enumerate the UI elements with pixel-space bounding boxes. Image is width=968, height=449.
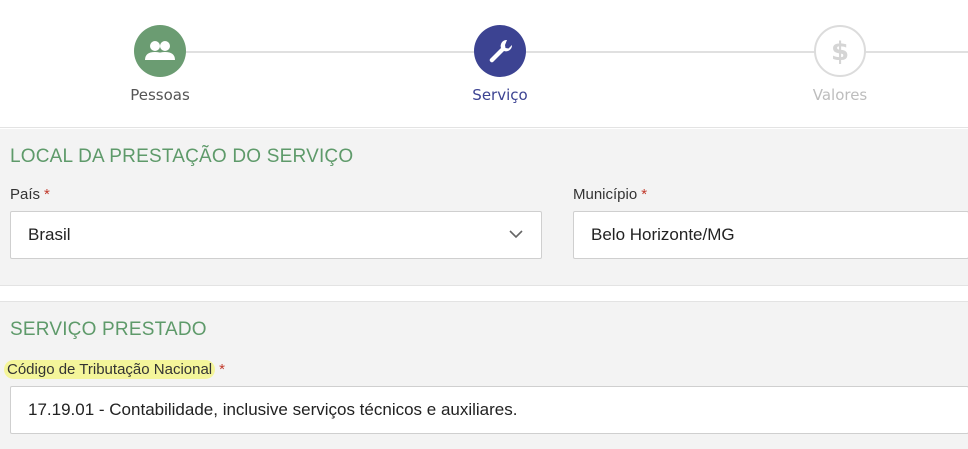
nfse-form-page: Pessoas Serviço $ Valores LOCAL DA PREST… <box>0 0 968 449</box>
codigo-tributacao-value: 17.19.01 - Contabilidade, inclusive serv… <box>28 400 518 419</box>
step-pessoas[interactable]: Pessoas <box>80 25 240 104</box>
section-title-servico: SERVIÇO PRESTADO <box>10 319 207 340</box>
pais-label-text: País <box>10 186 41 203</box>
codigo-tributacao-label: Código de Tributação Nacional * <box>4 360 225 379</box>
wrench-icon <box>474 25 526 77</box>
servico-prestado-section: SERVIÇO PRESTADO Código de Tributação Na… <box>0 301 968 449</box>
required-mark: * <box>641 186 648 203</box>
chevron-down-icon <box>509 230 523 239</box>
codigo-tributacao-label-text: Código de Tributação Nacional <box>4 360 216 379</box>
step-label-pessoas: Pessoas <box>130 86 190 104</box>
codigo-tributacao-input[interactable]: 17.19.01 - Contabilidade, inclusive serv… <box>10 386 968 434</box>
municipio-label: Município * <box>573 186 647 203</box>
pais-label: País * <box>10 186 50 203</box>
section-gap <box>0 287 968 301</box>
step-valores[interactable]: $ Valores <box>760 25 920 104</box>
section-title-local: LOCAL DA PRESTAÇÃO DO SERVIÇO <box>10 146 354 167</box>
pais-select[interactable]: Brasil <box>10 211 542 259</box>
required-mark: * <box>219 361 225 378</box>
municipio-input[interactable]: Belo Horizonte/MG <box>573 211 968 259</box>
step-label-servico: Serviço <box>472 86 528 104</box>
users-icon <box>134 25 186 77</box>
local-prestacao-section: LOCAL DA PRESTAÇÃO DO SERVIÇO País * Bras… <box>0 129 968 286</box>
pais-select-value: Brasil <box>28 225 71 244</box>
required-mark: * <box>44 186 50 203</box>
step-label-valores: Valores <box>812 86 868 104</box>
svg-text:$: $ <box>831 37 849 66</box>
municipio-label-text: Município <box>573 186 638 203</box>
step-servico[interactable]: Serviço <box>420 25 580 104</box>
municipio-input-value: Belo Horizonte/MG <box>591 225 735 244</box>
dollar-icon: $ <box>814 25 866 77</box>
progress-stepper: Pessoas Serviço $ Valores <box>0 0 968 128</box>
